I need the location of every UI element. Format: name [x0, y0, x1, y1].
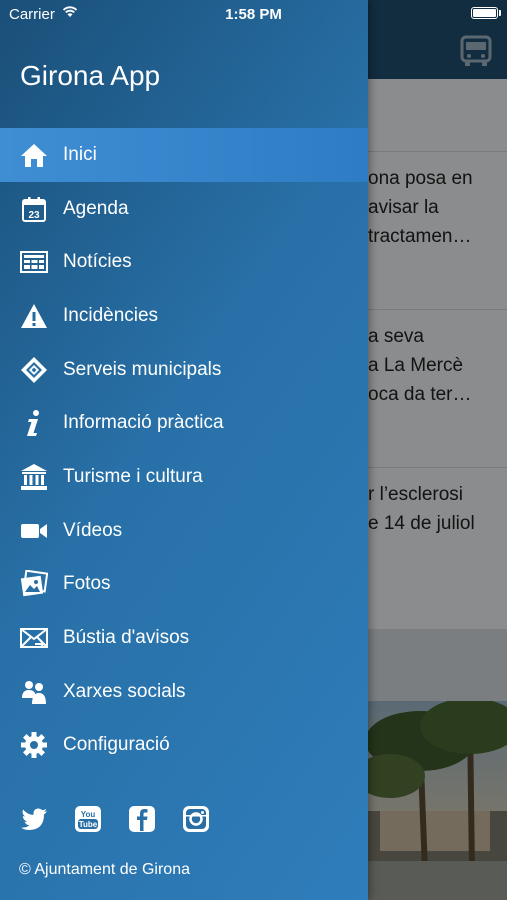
- status-time: 1:58 PM: [225, 6, 282, 23]
- home-icon: [19, 140, 49, 170]
- copyright-text: © Ajuntament de Girona: [19, 861, 190, 878]
- menu-item-serveis-municipals[interactable]: Serveis municipals: [0, 343, 368, 397]
- battery-tip: [499, 10, 501, 16]
- menu-item-fotos[interactable]: Fotos: [0, 558, 368, 612]
- menu-item-label: Informació pràctica: [63, 412, 224, 434]
- municipal-services-icon: [19, 355, 49, 385]
- menu-item-agenda[interactable]: 23 Agenda: [0, 182, 368, 236]
- menu-item-xarxes-socials[interactable]: Xarxes socials: [0, 665, 368, 719]
- menu-item-noticies[interactable]: Notícies: [0, 235, 368, 289]
- youtube-icon[interactable]: You Tube: [73, 804, 103, 834]
- menu-item-label: Bústia d'avisos: [63, 627, 190, 649]
- menu-item-turisme-cultura[interactable]: Turisme i cultura: [0, 450, 368, 504]
- drawer-menu: Inici 23 Agenda Notícies Incidències Ser…: [0, 128, 368, 772]
- menu-item-label: Agenda: [63, 197, 129, 219]
- menu-item-informacio-practica[interactable]: Informació pràctica: [0, 396, 368, 450]
- menu-item-inici[interactable]: Inici: [0, 128, 368, 182]
- gear-icon: [19, 730, 49, 760]
- status-bar: Carrier 1:58 PM: [0, 0, 507, 28]
- menu-item-label: Serveis municipals: [63, 358, 222, 380]
- video-camera-icon: [19, 516, 49, 546]
- facebook-icon[interactable]: [127, 804, 157, 834]
- menu-item-label: Configuració: [63, 734, 170, 756]
- battery-icon: [471, 7, 498, 19]
- menu-item-label: Fotos: [63, 573, 111, 595]
- photos-icon: [19, 569, 49, 599]
- svg-text:23: 23: [28, 210, 40, 221]
- menu-item-label: Notícies: [63, 251, 132, 273]
- menu-item-label: Turisme i cultura: [63, 465, 203, 487]
- menu-item-incidencies[interactable]: Incidències: [0, 289, 368, 343]
- menu-item-bustia-avisos[interactable]: Bústia d'avisos: [0, 611, 368, 665]
- menu-item-label: Incidències: [63, 304, 159, 326]
- calendar-icon: 23: [19, 194, 49, 224]
- app-title: Girona App: [20, 60, 161, 91]
- news-icon: [19, 247, 49, 277]
- svg-text:You: You: [81, 810, 96, 819]
- side-drawer: Girona App Inici 23 Agenda Notícies Inci…: [0, 0, 368, 900]
- menu-item-videos[interactable]: Vídeos: [0, 504, 368, 558]
- museum-icon: [19, 462, 49, 492]
- menu-item-label: Inici: [63, 143, 97, 165]
- instagram-icon[interactable]: [181, 804, 211, 834]
- people-icon: [19, 677, 49, 707]
- info-icon: [19, 408, 49, 438]
- menu-item-label: Vídeos: [63, 519, 123, 541]
- social-links: You Tube: [19, 804, 211, 834]
- svg-text:Tube: Tube: [79, 820, 98, 829]
- warning-icon: [19, 301, 49, 331]
- menu-item-configuracio[interactable]: Configuració: [0, 719, 368, 773]
- menu-item-label: Xarxes socials: [63, 680, 186, 702]
- mailbox-icon: [19, 623, 49, 653]
- twitter-icon[interactable]: [19, 804, 49, 834]
